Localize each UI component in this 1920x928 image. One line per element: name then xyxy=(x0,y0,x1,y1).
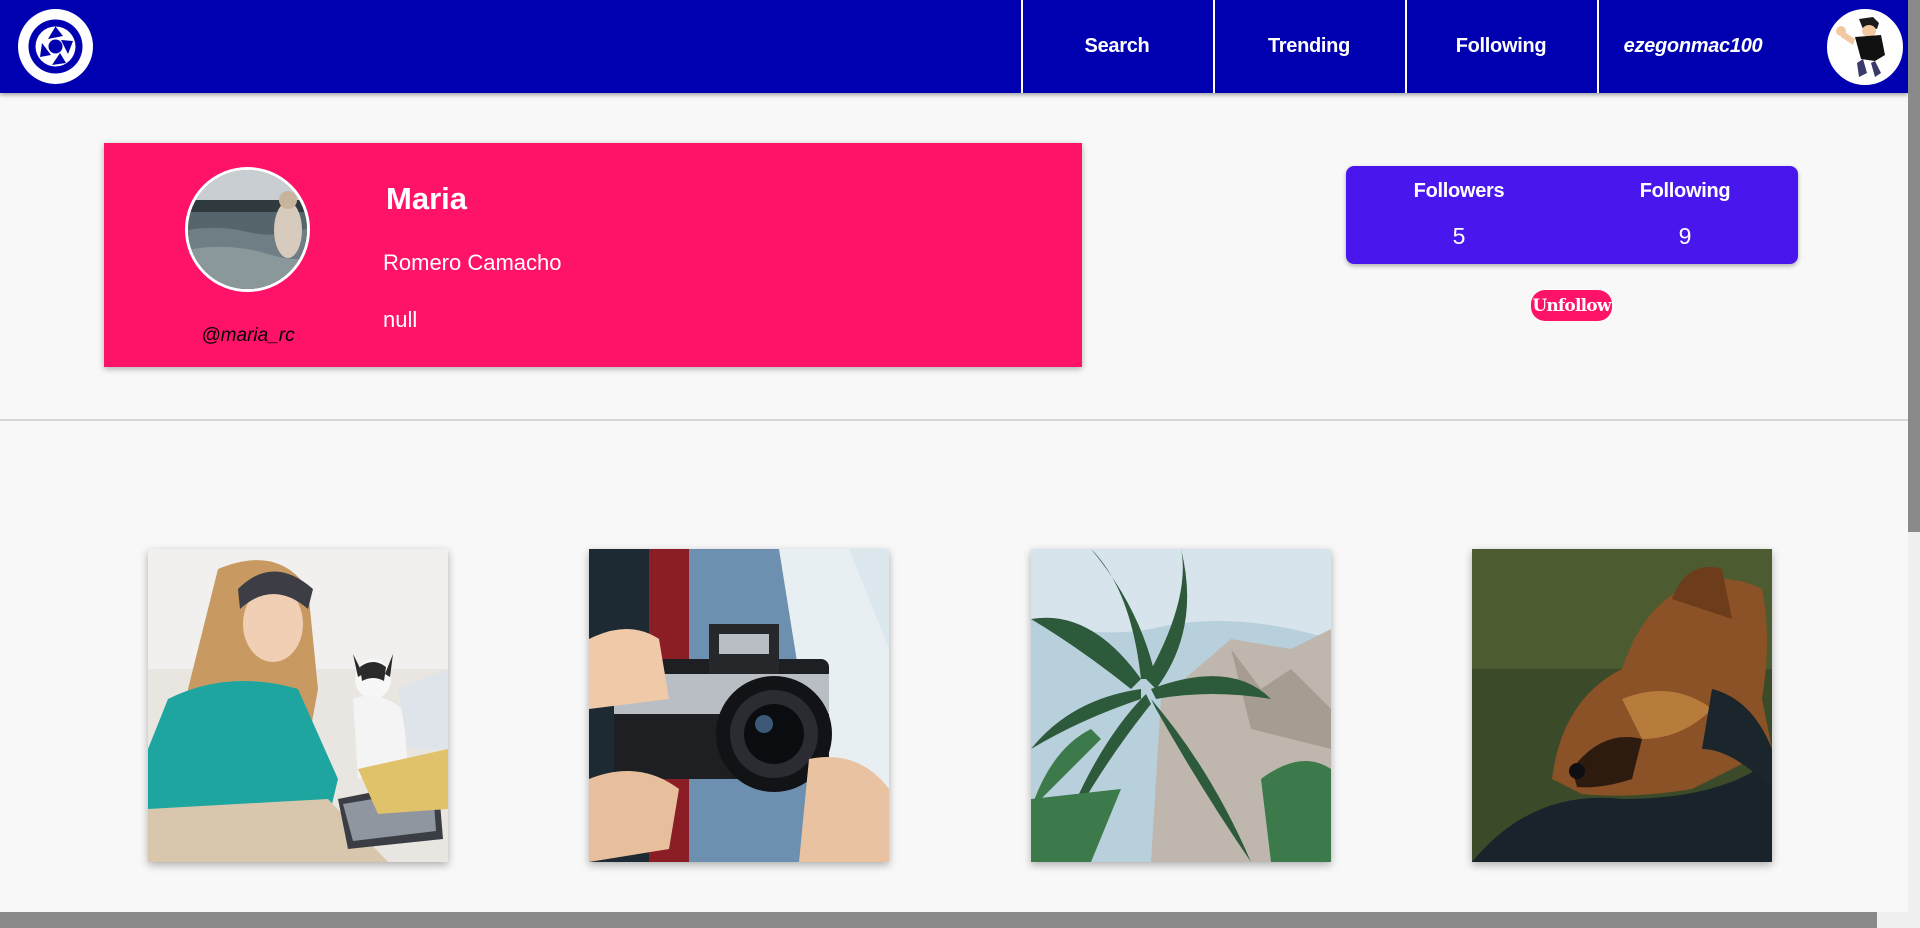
gallery-photo-palm-trees[interactable] xyxy=(1031,549,1331,862)
nav-search-link[interactable]: Search xyxy=(1021,0,1211,93)
nav-username: ezegonmac100 xyxy=(1623,35,1763,57)
following-count: 9 xyxy=(1678,223,1692,249)
horizontal-scrollbar-thumb[interactable] xyxy=(0,912,1877,928)
nav-trending-label: Trending xyxy=(1267,35,1351,57)
profile-card: @maria_rc Maria Romero Camacho null xyxy=(104,143,1082,367)
follow-stats-panel: Followers 5 Following 9 xyxy=(1346,166,1798,264)
followers-stat[interactable]: Followers 5 xyxy=(1346,166,1572,264)
section-divider xyxy=(0,419,1908,421)
followers-label: Followers xyxy=(1413,180,1505,202)
profile-first-name: Maria xyxy=(386,181,467,216)
nav-following-label: Following xyxy=(1455,35,1547,57)
following-stat[interactable]: Following 9 xyxy=(1572,166,1798,264)
nav-current-user-link[interactable]: ezegonmac100 xyxy=(1597,0,1787,93)
vertical-scrollbar-thumb[interactable] xyxy=(1908,0,1920,532)
followers-count: 5 xyxy=(1452,223,1466,249)
profile-bio: null xyxy=(383,307,418,332)
profile-picture xyxy=(185,167,310,292)
following-label: Following xyxy=(1639,180,1731,202)
user-avatar-icon[interactable] xyxy=(1827,9,1903,85)
gallery-photo-woman-laptop[interactable] xyxy=(148,549,448,862)
unfollow-button[interactable]: Unfollow xyxy=(1531,290,1612,321)
profile-handle: @maria_rc xyxy=(201,325,295,346)
gallery-photo-dog[interactable] xyxy=(1472,549,1772,862)
nav-trending-link[interactable]: Trending xyxy=(1213,0,1403,93)
nav-following-link[interactable]: Following xyxy=(1405,0,1595,93)
gallery-photo-camera[interactable] xyxy=(589,549,889,862)
nav-search-label: Search xyxy=(1084,35,1150,57)
top-navbar: Search Trending Following ezegonmac100 xyxy=(0,0,1908,93)
camera-shutter-logo-icon[interactable] xyxy=(18,9,93,84)
profile-last-name: Romero Camacho xyxy=(383,250,562,275)
